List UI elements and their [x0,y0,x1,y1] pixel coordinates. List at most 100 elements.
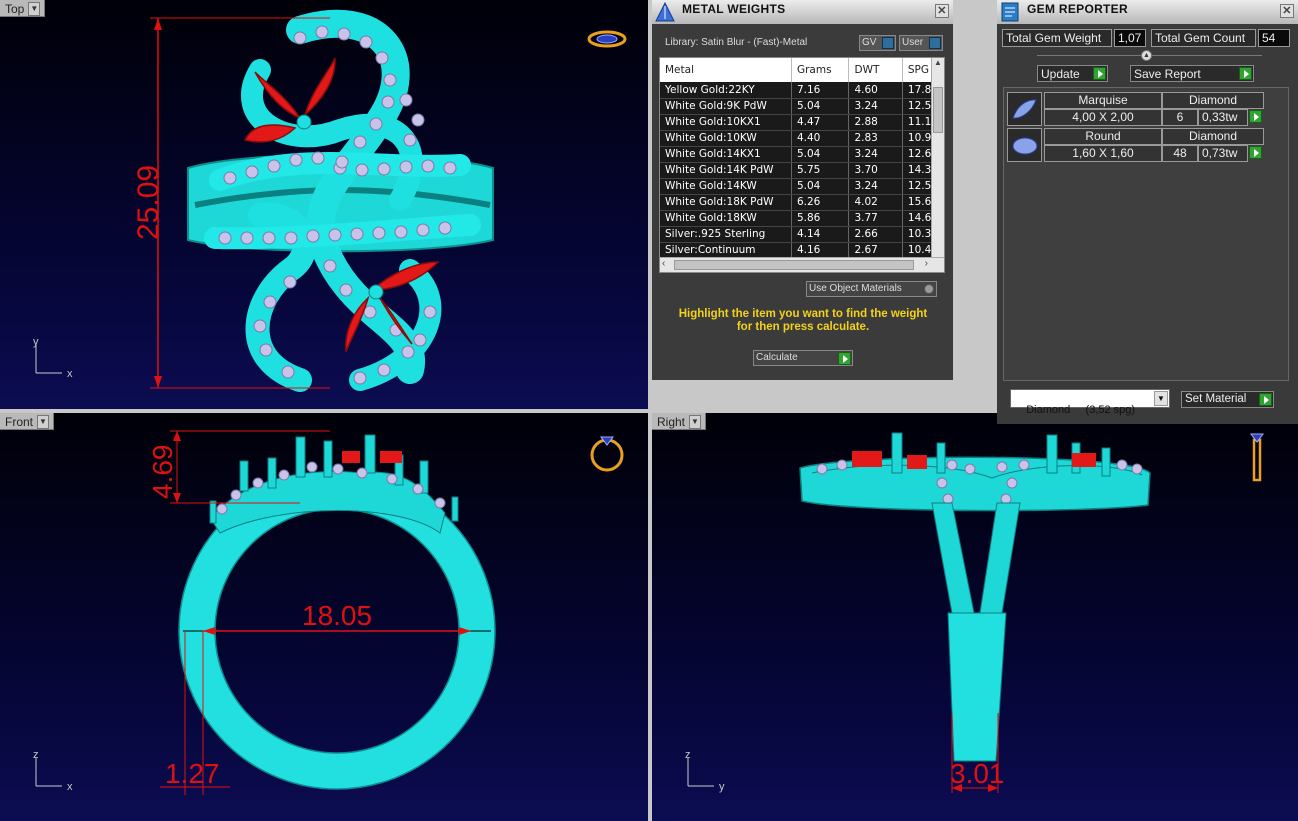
column-header[interactable]: Grams [791,58,850,82]
table-row[interactable]: White Gold:14KW 5.04 3.24 12.59 [660,178,944,195]
table-cell: White Gold:14KX1 [660,146,792,163]
dimension-front-width: 18.05 [302,600,372,631]
update-button[interactable]: Update [1037,65,1108,82]
viewport-front[interactable]: 4.69 18.05 1.27 z x Front ▼ [0,413,648,821]
table-cell: 3.24 [848,178,903,195]
update-label: Update [1041,67,1080,81]
viewport-label-right[interactable]: Right ▼ [652,413,707,430]
scroll-right-icon[interactable]: › [925,258,928,269]
column-header[interactable]: DWT [848,58,903,82]
table-cell: 2.66 [848,226,903,243]
table-cell: White Gold:10KW [660,130,792,147]
table-cell: 7.16 [791,82,850,99]
scroll-left-icon[interactable]: ‹ [662,258,665,269]
vertical-scrollbar[interactable]: ▲ [931,58,944,258]
metal-table-container[interactable]: Metal Grams DWT SPG Yellow Gold:22KY 7.16 4.6… [659,57,945,273]
table-cell: 4.40 [791,130,850,147]
column-header[interactable]: Metal [660,58,792,82]
axis-v-label: y [33,336,39,348]
metal-weights-titlebar[interactable]: METAL WEIGHTS ✕ [652,0,953,24]
viewport-label-top[interactable]: Top ▼ [0,0,46,17]
chevron-down-icon[interactable]: ▼ [28,1,41,16]
total-gem-weight-value: 1,07 [1114,29,1146,47]
table-cell: 5.75 [791,162,850,179]
viewport-name: Top [5,1,25,16]
axis-h-label: x [67,781,73,793]
dimension-top-length: 25.09 [132,165,165,240]
metal-table: Metal Grams DWT SPG Yellow Gold:22KY 7.16 4.6… [660,58,944,259]
table-cell: White Gold:14K PdW [660,162,792,179]
toggle-indicator-icon [882,37,894,49]
table-row[interactable]: White Gold:14KX1 5.04 3.24 12.61 [660,146,944,163]
toggle-gv[interactable]: GV [859,35,896,51]
viewport-name: Right [657,414,686,429]
collapse-toggle-icon[interactable]: ▲ [1141,50,1152,61]
viewport-label-front[interactable]: Front ▼ [0,413,55,430]
gem-tw: 0,33tw [1198,109,1248,126]
table-cell: White Gold:18K PdW [660,194,792,211]
set-material-button[interactable]: Set Material [1181,391,1274,408]
chevron-down-icon[interactable]: ▼ [689,414,702,429]
scroll-up-icon[interactable]: ▲ [932,58,944,71]
gem-material: Diamond [1162,92,1264,109]
axis-h-label: x [67,368,73,380]
metal-weights-panel: METAL WEIGHTS ✕ Library: Satin Blur - (F… [652,0,953,380]
close-icon[interactable]: ✕ [935,4,949,18]
table-row[interactable]: White Gold:10KW 4.40 2.83 10.99 [660,130,944,147]
scrollbar-thumb[interactable] [933,87,943,133]
ring-view-icon [587,30,627,48]
gem-row[interactable]: Marquise Diamond 4,00 X 2,00 6 0,33tw [1007,92,1267,128]
gem-list: Marquise Diamond 4,00 X 2,00 6 0,33tw Ro… [1003,87,1289,381]
calculate-button[interactable]: Calculate [753,350,853,366]
toggle-indicator-icon [929,37,941,49]
table-cell: 4.60 [848,82,903,99]
viewport-right[interactable]: 3.01 z y Right ▼ [652,413,1298,821]
chevron-down-icon[interactable]: ▼ [37,414,50,429]
scrollbar-thumb[interactable] [674,260,914,270]
table-cell: Silver:.925 Sterling [660,226,792,243]
play-arrow-icon [1093,67,1106,80]
table-cell: White Gold:9K PdW [660,98,792,115]
round-gem-icon [1007,128,1042,162]
calculate-hint: Highlight the item you want to find the … [678,308,928,333]
table-row[interactable]: White Gold:18KW 5.86 3.77 14.66 [660,210,944,227]
axis-v-label: z [33,749,39,761]
material-select[interactable]: Diamond (3,52 spg) ▼ [1010,389,1170,416]
gem-shape: Round [1044,128,1162,145]
table-cell: 3.24 [848,146,903,163]
ring-view-icon [1250,433,1264,482]
table-row[interactable]: White Gold:14K PdW 5.75 3.70 14.37 [660,162,944,179]
report-icon [1001,2,1019,22]
play-arrow-icon[interactable] [1249,110,1262,123]
table-cell: White Gold:14KW [660,178,792,195]
table-row[interactable]: White Gold:10KX1 4.47 2.88 11.18 [660,114,944,131]
table-row[interactable]: Silver:Continuum 4.16 2.67 10.40 [660,242,944,259]
ring-front-view: 4.69 18.05 1.27 z x [33,430,624,795]
table-cell: 5.86 [791,210,850,227]
gem-row[interactable]: Round Diamond 1,60 X 1,60 48 0,73tw [1007,128,1267,164]
dimension-front-height: 4.69 [147,445,178,500]
total-gem-count-value: 54 [1258,29,1290,47]
scale-icon [655,1,675,22]
horizontal-scrollbar[interactable]: ‹ › [660,257,944,272]
table-row[interactable]: White Gold:9K PdW 5.04 3.24 12.59 [660,98,944,115]
save-report-button[interactable]: Save Report [1130,65,1254,82]
use-object-materials-toggle[interactable]: Use Object Materials [806,281,937,297]
table-row[interactable]: White Gold:18K PdW 6.26 4.02 15.65 [660,194,944,211]
table-cell: 5.04 [791,178,850,195]
marquise-gem-icon [1007,92,1042,126]
play-arrow-icon[interactable] [1249,146,1262,159]
table-row[interactable]: Silver:.925 Sterling 4.14 2.66 10.36 [660,226,944,243]
gem-reporter-titlebar[interactable]: GEM REPORTER ✕ [997,0,1298,24]
viewport-top[interactable]: 25.09 y x Top ▼ [0,0,648,409]
total-gem-count-label: Total Gem Count [1151,29,1256,47]
table-cell: Silver:Continuum [660,242,792,259]
table-row[interactable]: Yellow Gold:22KY 7.16 4.60 17.89 [660,82,944,99]
chevron-down-icon[interactable]: ▼ [1154,391,1168,406]
toggle-user[interactable]: User [899,35,943,51]
gem-reporter-title: GEM REPORTER [1027,2,1128,16]
close-icon[interactable]: ✕ [1280,4,1294,18]
viewport-name: Front [5,414,34,429]
table-cell: 4.14 [791,226,850,243]
table-cell: 4.02 [848,194,903,211]
